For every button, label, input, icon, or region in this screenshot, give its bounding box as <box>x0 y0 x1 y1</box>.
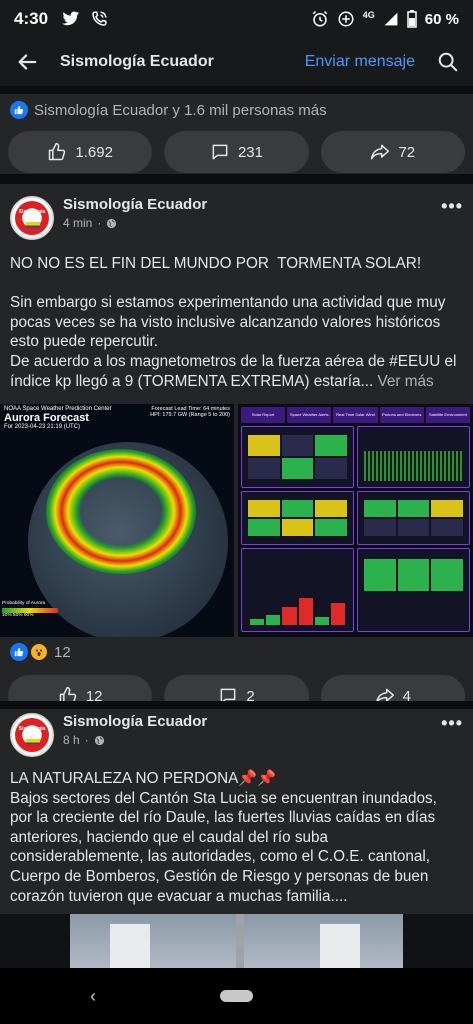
signal-icon <box>384 12 398 26</box>
xray-flux-panel <box>357 426 470 488</box>
globe-icon <box>94 735 104 745</box>
see-more-link[interactable]: Ver más <box>373 373 434 390</box>
status-bar: 4:30 4G 60 % <box>0 0 473 38</box>
post-time[interactable]: 4 min <box>63 216 92 230</box>
reaction-summary-text: Sismología Ecuador y 1.6 mil personas má… <box>34 101 327 119</box>
dash-tab: Real Time Solar Wind <box>333 407 378 423</box>
reaction-count: 12 <box>54 643 71 661</box>
clock: 4:30 <box>14 9 49 28</box>
post-body: LA NATURALEZA NO PERDONA📌📌 Bajos sectore… <box>0 769 473 906</box>
data-saver-icon <box>338 11 354 27</box>
alarm-icon <box>312 10 328 27</box>
search-icon[interactable] <box>437 51 459 73</box>
globe-icon <box>107 218 117 228</box>
like-button[interactable]: 1.692 <box>8 131 153 173</box>
divider <box>0 701 473 709</box>
dash-tab: Space Weather Alerts <box>287 407 332 423</box>
like-reaction-icon <box>10 101 28 119</box>
avatar-logo-text: Sismología Ecuador <box>18 726 46 738</box>
post-time[interactable]: 8 h <box>63 733 80 747</box>
solar-wind-panel <box>357 491 470 545</box>
previous-post-footer: Sismología Ecuador y 1.6 mil personas má… <box>0 94 473 174</box>
phone-wifi-icon <box>92 11 107 26</box>
share-icon <box>371 144 390 160</box>
reaction-summary[interactable]: 12 <box>0 643 473 661</box>
post-author[interactable]: Sismología Ecuador <box>63 196 207 213</box>
page-title: Sismología Ecuador <box>60 53 214 70</box>
comment-icon <box>212 144 228 160</box>
share-button[interactable]: 72 <box>320 131 465 173</box>
aurora-legend: Probability of Aurora 10% 50% 90% <box>2 601 58 625</box>
like-reaction-icon <box>10 643 28 661</box>
post-card: Sismología Ecuador Sismología Ecuador 4 m… <box>0 184 473 717</box>
more-options-icon[interactable]: ••• <box>441 713 463 734</box>
post-body: NO NO ES EL FIN DEL MUNDO POR TORMENTA S… <box>0 254 473 394</box>
kp-index-panel <box>241 426 354 488</box>
post-text: NO NO ES EL FIN DEL MUNDO POR TORMENTA S… <box>10 255 457 390</box>
avatar-logo-text: Sismología Ecuador <box>18 209 46 221</box>
aurora-legend-ticks: 10% 50% 90% <box>2 613 34 618</box>
divider <box>0 86 473 94</box>
divider <box>0 174 473 184</box>
avatar[interactable]: Sismología Ecuador <box>10 196 54 240</box>
twitter-icon <box>62 11 80 26</box>
nav-back-icon[interactable]: ‹ <box>90 986 96 1007</box>
like-count: 1.692 <box>75 143 113 161</box>
comment-button[interactable]: 231 <box>164 131 309 173</box>
geomagnetic-field-panel <box>241 548 354 632</box>
news-panel <box>357 548 470 632</box>
post-author[interactable]: Sismología Ecuador <box>63 713 207 730</box>
reaction-summary[interactable]: Sismología Ecuador y 1.6 mil personas má… <box>0 101 473 119</box>
home-pill-icon[interactable] <box>220 990 253 1002</box>
network-type: 4G <box>362 10 375 20</box>
geomagnetic-forecast-panel <box>241 491 354 545</box>
post-header: Sismología Ecuador Sismología Ecuador 4 m… <box>0 184 473 240</box>
action-bar: 1.692 231 72 <box>0 131 473 173</box>
more-options-icon[interactable]: ••• <box>441 196 463 217</box>
aurora-legend-title: Probability of Aurora <box>2 601 46 606</box>
avatar[interactable]: Sismología Ecuador <box>10 713 54 757</box>
thumbs-up-icon <box>49 142 66 161</box>
battery-level: 60 % <box>424 10 459 28</box>
post-text: LA NATURALEZA NO PERDONA📌📌 Bajos sectore… <box>10 770 437 905</box>
dash-tab: Solar Report <box>241 407 286 423</box>
back-arrow-icon[interactable] <box>14 49 40 75</box>
wow-reaction-icon <box>30 643 48 661</box>
dash-tab: Protons and Electrons <box>379 407 424 423</box>
app-header: Sismología Ecuador Enviar mensaje <box>0 38 473 86</box>
share-count: 72 <box>398 143 416 161</box>
battery-icon <box>407 10 417 28</box>
space-weather-dashboard-image[interactable]: Solar Report Space Weather Alerts Real T… <box>238 404 473 637</box>
send-message-button[interactable]: Enviar mensaje <box>305 53 415 71</box>
post-header: Sismología Ecuador Sismología Ecuador 8 h… <box>0 709 473 757</box>
aurora-forecast-for: For 2023-04-23 21:19 (UTC) <box>4 424 81 430</box>
dash-tab: Satellite Environment <box>425 407 471 423</box>
aurora-forecast-image[interactable]: NOAA Space Weather Prediction Center Aur… <box>0 404 234 637</box>
aurora-hpi: HPI: 179.7 GW (Range 5 to 200) <box>150 412 230 418</box>
post-card: Sismología Ecuador Sismología Ecuador 8 h… <box>0 709 473 1015</box>
system-nav-bar: ‹ <box>0 968 473 1024</box>
comment-count: 231 <box>237 143 263 161</box>
post-images[interactable]: NOAA Space Weather Prediction Center Aur… <box>0 404 473 637</box>
